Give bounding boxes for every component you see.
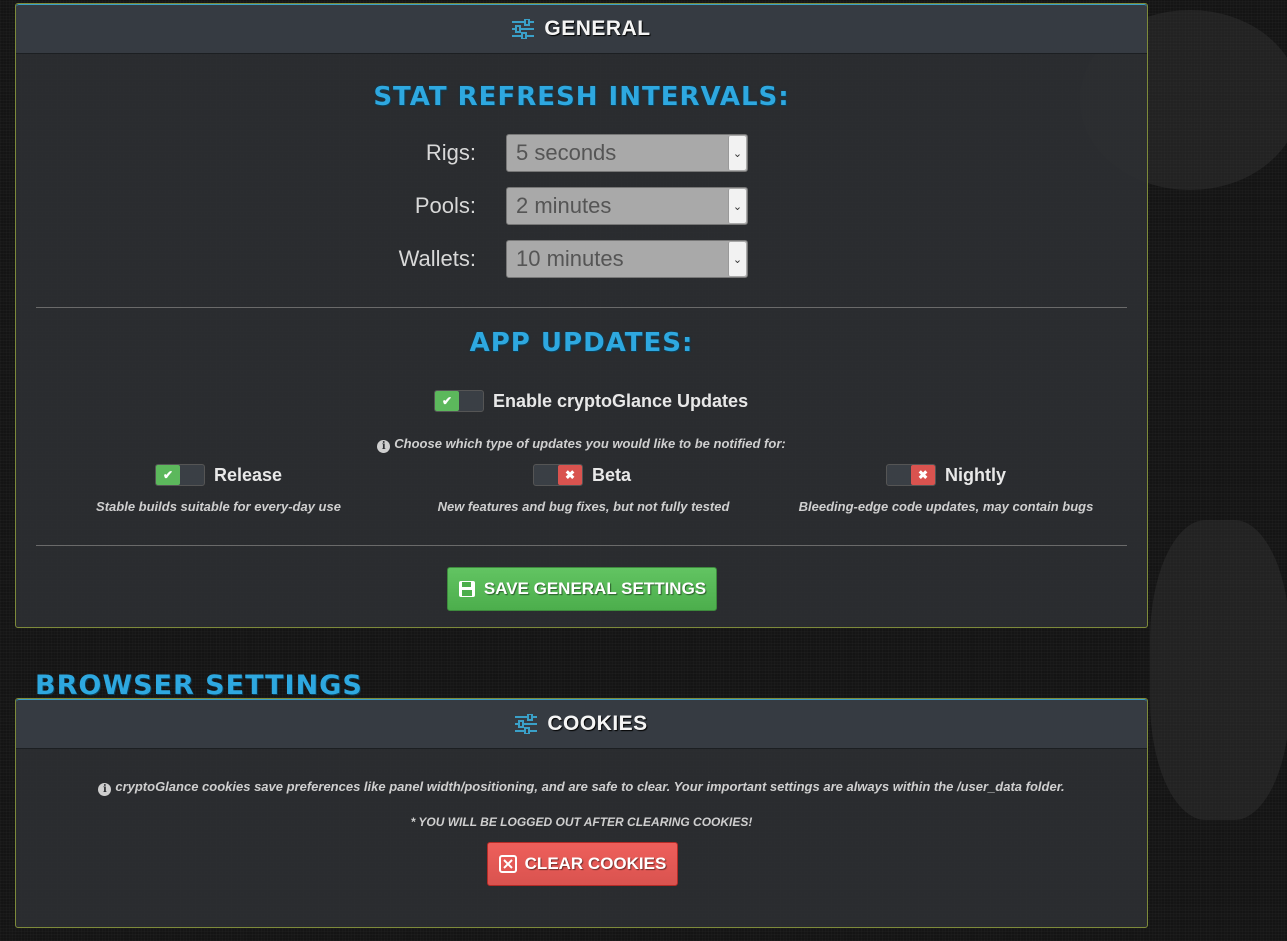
beta-toggle[interactable]: ✖ (533, 464, 583, 486)
update-type-hint: i Choose which type of updates you would … (16, 436, 1147, 453)
divider (36, 545, 1127, 546)
chevron-down-icon: ⌄ (728, 242, 746, 276)
close-icon: ✖ (911, 465, 935, 485)
wallets-interval-select[interactable]: 10 minutes ⌄ (506, 240, 748, 278)
save-general-settings-label: SAVE GENERAL SETTINGS (483, 579, 707, 598)
beta-description: New features and bug fixes, but not full… (437, 499, 730, 514)
pools-interval-row: Pools: 2 minutes ⌄ (396, 187, 748, 225)
beta-label: Beta (592, 464, 632, 485)
pools-interval-value: 2 minutes (516, 193, 612, 218)
rigs-interval-select[interactable]: 5 seconds ⌄ (506, 134, 748, 172)
divider (36, 307, 1127, 308)
info-icon: i (377, 440, 391, 453)
cookies-info-text: cryptoGlance cookies save preferences li… (115, 779, 1065, 794)
release-description: Stable builds suitable for every-day use (96, 499, 341, 514)
check-icon: ✔ (435, 391, 459, 411)
chevron-down-icon: ⌄ (728, 189, 746, 223)
clear-cookies-button[interactable]: CLEAR COOKIES (487, 842, 678, 886)
general-panel-header: GENERAL (16, 4, 1147, 54)
wallets-interval-label: Wallets: (398, 246, 476, 271)
rigs-interval-row: Rigs: 5 seconds ⌄ (396, 134, 748, 172)
sliders-icon (512, 19, 535, 39)
close-icon: ✖ (558, 465, 582, 485)
enable-updates-label: Enable cryptoGlance Updates (493, 390, 749, 411)
rigs-interval-value: 5 seconds (516, 140, 617, 165)
app-updates-title: APP UPDATES: (469, 328, 694, 358)
sliders-icon (515, 714, 538, 734)
remove-icon (498, 855, 517, 873)
nightly-description: Bleeding-edge code updates, may contain … (798, 499, 1094, 514)
cookies-panel-title: COOKIES (547, 712, 648, 735)
wallets-interval-row: Wallets: 10 minutes ⌄ (396, 240, 748, 278)
background-graphic (1150, 520, 1287, 820)
release-toggle[interactable]: ✔ (155, 464, 205, 486)
floppy-disk-icon (458, 581, 475, 597)
wallets-interval-value: 10 minutes (516, 246, 624, 271)
general-panel: GENERAL STAT REFRESH INTERVALS: Rigs: 5 … (15, 3, 1148, 628)
nightly-label: Nightly (945, 464, 1006, 485)
cookies-panel-header: COOKIES (16, 699, 1147, 749)
release-toggle-row: ✔ Release (155, 464, 282, 486)
rigs-interval-label: Rigs: (425, 140, 476, 165)
nightly-toggle[interactable]: ✖ (886, 464, 936, 486)
info-icon: i (98, 783, 112, 796)
check-icon: ✔ (156, 465, 180, 485)
cookies-panel: COOKIES i cryptoGlance cookies save prefe… (15, 698, 1148, 928)
pools-interval-label: Pools: (414, 193, 476, 218)
enable-updates-row: ✔ Enable cryptoGlance Updates (434, 390, 748, 412)
refresh-intervals-title: STAT REFRESH INTERVALS: (373, 82, 790, 112)
enable-updates-toggle[interactable]: ✔ (434, 390, 484, 412)
update-type-hint-text: Choose which type of updates you would l… (394, 436, 786, 451)
logout-warning: * YOU WILL BE LOGGED OUT AFTER CLEARING … (410, 815, 753, 829)
general-panel-title: GENERAL (544, 17, 651, 40)
release-label: Release (214, 464, 283, 485)
chevron-down-icon: ⌄ (728, 136, 746, 170)
save-general-settings-button[interactable]: SAVE GENERAL SETTINGS (447, 567, 717, 611)
cookies-info: i cryptoGlance cookies save preferences l… (16, 779, 1147, 796)
pools-interval-select[interactable]: 2 minutes ⌄ (506, 187, 748, 225)
browser-settings-heading: BROWSER SETTINGS (35, 670, 363, 701)
nightly-toggle-row: ✖ Nightly (886, 464, 1006, 486)
beta-toggle-row: ✖ Beta (533, 464, 631, 486)
clear-cookies-label: CLEAR COOKIES (524, 854, 667, 873)
